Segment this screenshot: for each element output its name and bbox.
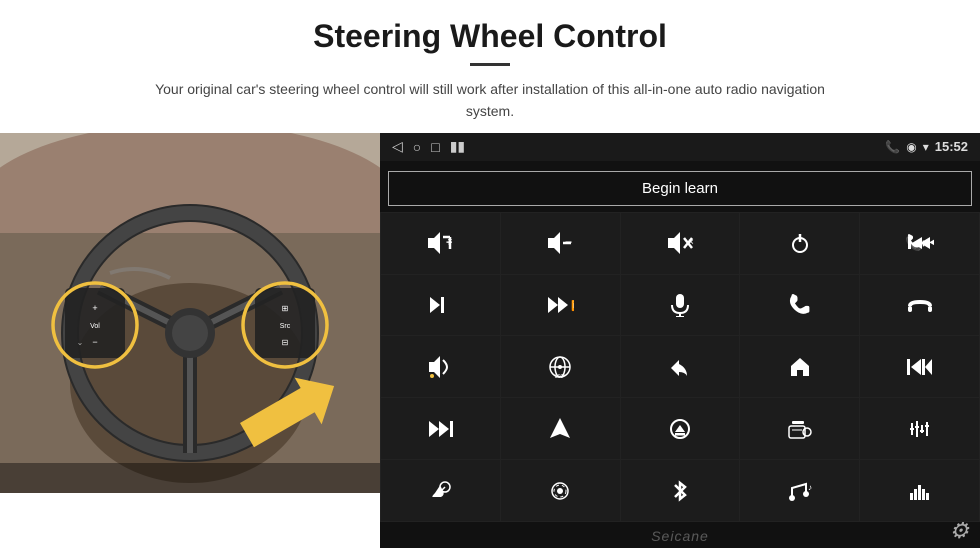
- 360-button[interactable]: 360°: [501, 336, 620, 397]
- svg-text:−: −: [565, 235, 572, 249]
- mute-button[interactable]: ×: [621, 213, 740, 274]
- gear-icon[interactable]: ⚙: [949, 518, 970, 544]
- car-photo-bg: + Vol − ⌄ ⊞ Src ⊟: [0, 133, 380, 493]
- eject-button[interactable]: [621, 398, 740, 459]
- fast-fwd-button[interactable]: [381, 398, 500, 459]
- controls-grid: + + − ×: [380, 212, 980, 522]
- home-button[interactable]: [740, 336, 859, 397]
- time-display: 15:52: [935, 139, 968, 154]
- svg-text:−: −: [92, 337, 97, 347]
- home-nav-icon[interactable]: ○: [413, 139, 421, 155]
- svg-text:⏩: ⏩: [571, 299, 574, 312]
- wifi-icon: ▾: [923, 140, 929, 154]
- mic2-button[interactable]: [381, 460, 500, 521]
- svg-text:♪: ♪: [808, 483, 812, 492]
- page-title: Steering Wheel Control: [40, 18, 940, 55]
- begin-learn-section: Begin learn: [380, 161, 980, 212]
- mic-button[interactable]: [621, 275, 740, 336]
- header-section: Steering Wheel Control Your original car…: [0, 0, 980, 133]
- back-nav-icon[interactable]: ◁: [392, 138, 403, 155]
- spectrum-button[interactable]: [860, 460, 979, 521]
- phone-status-icon: 📞: [885, 140, 900, 154]
- nav-button[interactable]: [501, 398, 620, 459]
- status-bar-right: 📞 ◉ ▾ 15:52: [885, 139, 968, 154]
- svg-text:+: +: [92, 303, 97, 313]
- svg-text:×: ×: [688, 237, 694, 248]
- svg-text:⊟: ⊟: [282, 338, 289, 347]
- svg-text:+: +: [446, 237, 452, 249]
- content-row: + Vol − ⌄ ⊞ Src ⊟: [0, 133, 980, 548]
- android-screen: ◁ ○ □ ▮▮ 📞 ◉ ▾ 15:52 Begin learn: [380, 133, 980, 548]
- bluetooth-button[interactable]: [621, 460, 740, 521]
- back-button[interactable]: [621, 336, 740, 397]
- svg-text:360°: 360°: [555, 374, 565, 380]
- call-prev-button[interactable]: 📞⏮: [860, 213, 979, 274]
- watermark-bar: Seicane ⚙: [380, 522, 980, 548]
- call-button[interactable]: [740, 275, 859, 336]
- power-button[interactable]: [740, 213, 859, 274]
- begin-learn-button[interactable]: Begin learn: [388, 171, 972, 206]
- watermark-text: Seicane: [651, 528, 709, 544]
- end-call-button[interactable]: [860, 275, 979, 336]
- signal-icon: ▮▮: [450, 138, 465, 155]
- subtitle-text: Your original car's steering wheel contr…: [140, 78, 840, 123]
- radio-button[interactable]: [740, 398, 859, 459]
- music-button[interactable]: ♪: [740, 460, 859, 521]
- prev-chapter-button[interactable]: [860, 336, 979, 397]
- vol-up-button[interactable]: + +: [381, 213, 500, 274]
- svg-text:Src: Src: [280, 323, 291, 330]
- skip-next-button[interactable]: [381, 275, 500, 336]
- status-bar: ◁ ○ □ ▮▮ 📞 ◉ ▾ 15:52: [380, 133, 980, 161]
- eq-button[interactable]: [860, 398, 979, 459]
- status-bar-left: ◁ ○ □ ▮▮: [392, 138, 465, 155]
- recents-nav-icon[interactable]: □: [431, 139, 439, 155]
- steering-wheel-svg: + Vol − ⌄ ⊞ Src ⊟: [0, 133, 380, 493]
- ff-button[interactable]: ⏩: [501, 275, 620, 336]
- svg-text:⊞: ⊞: [282, 304, 289, 313]
- speaker-button[interactable]: [381, 336, 500, 397]
- car-photo: + Vol − ⌄ ⊞ Src ⊟: [0, 133, 380, 493]
- vol-down-button[interactable]: −: [501, 213, 620, 274]
- svg-text:Vol: Vol: [90, 323, 100, 330]
- page-container: Steering Wheel Control Your original car…: [0, 0, 980, 548]
- svg-text:⌄: ⌄: [77, 338, 84, 347]
- location-icon: ◉: [906, 140, 916, 154]
- settings2-button[interactable]: [501, 460, 620, 521]
- title-divider: [470, 63, 510, 66]
